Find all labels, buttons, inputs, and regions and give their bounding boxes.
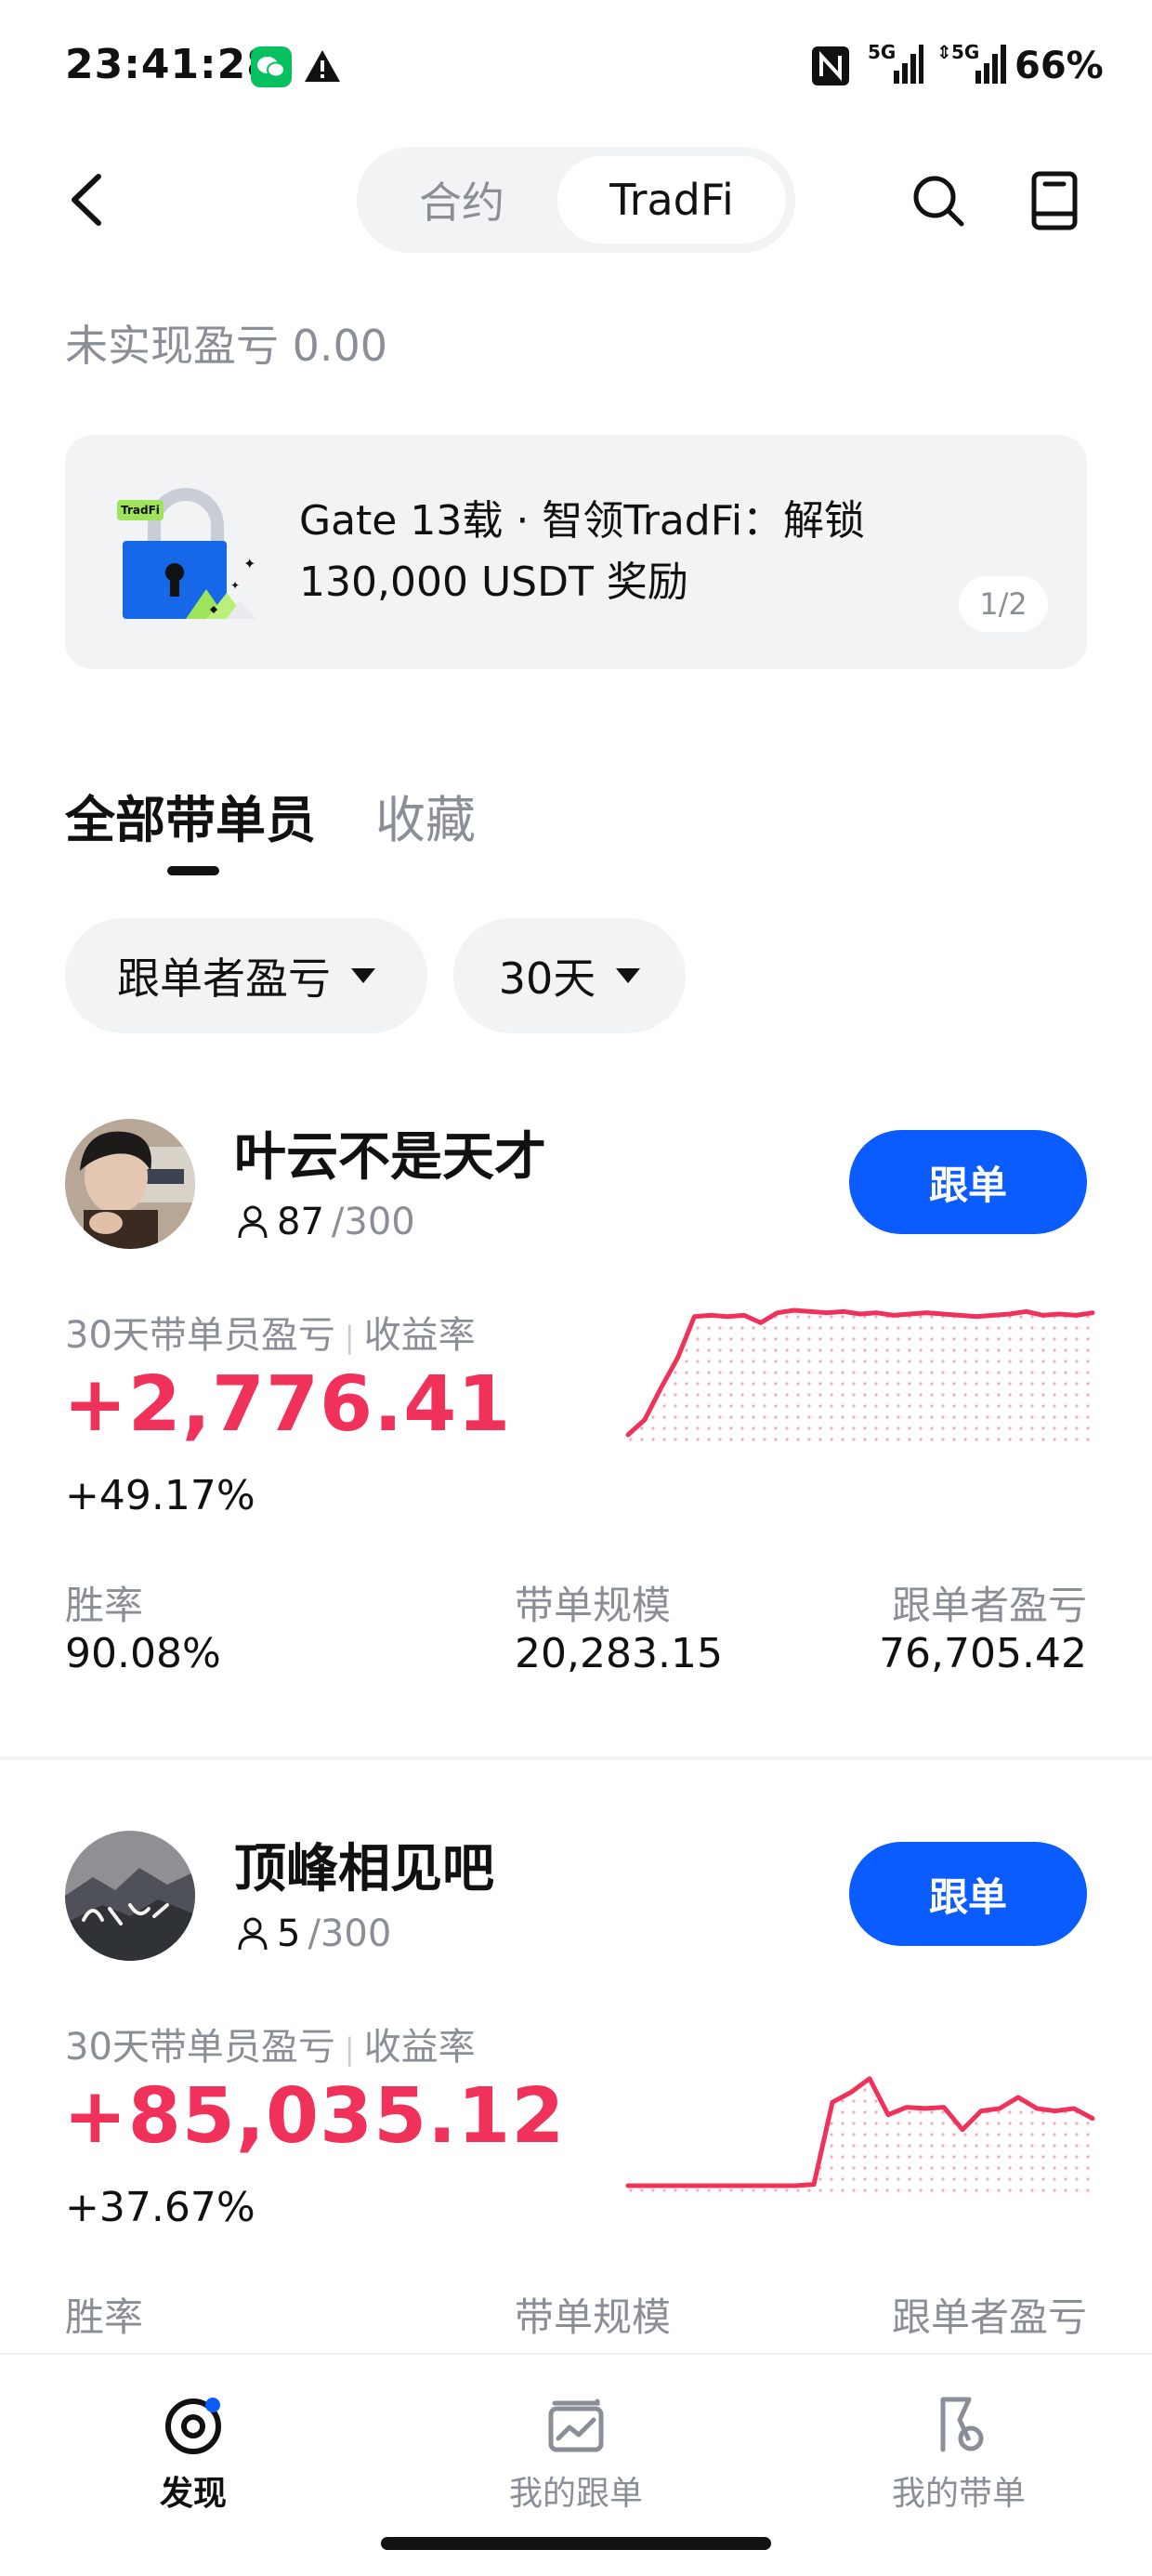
period-filter-label: 30天 <box>498 953 596 1004</box>
tab-tradfi[interactable]: TradFi <box>557 156 786 243</box>
banner-line-1: Gate 13载 · 智领TradFi：解锁 <box>299 497 866 545</box>
wechat-icon <box>251 46 292 87</box>
user-icon <box>238 1917 268 1951</box>
flag-icon <box>940 2397 984 2452</box>
separator: | <box>344 1320 355 1355</box>
signal-icon-2: ⇕ 5G <box>936 41 1011 87</box>
copier-pnl-label: 跟单者盈亏 <box>891 2294 1087 2340</box>
nav-my-leads-label: 我的带单 <box>891 2475 1026 2513</box>
period-filter[interactable]: 30天 <box>453 918 686 1033</box>
trader-card[interactable]: 顶峰相见吧 5/300 跟单 30天带单员盈亏 | 收益率 +85,035.12 +… <box>0 1818 1152 2375</box>
home-indicator <box>381 2537 771 2550</box>
trader-name[interactable]: 叶云不是天才 <box>234 1115 546 1190</box>
win-rate-label: 胜率 <box>65 1583 144 1628</box>
tab-contract[interactable]: 合约 <box>366 156 557 243</box>
back-button[interactable] <box>59 167 115 232</box>
unrealized-pnl: 未实现盈亏 0.00 <box>65 321 388 371</box>
trader-card[interactable]: 叶云不是天才 87/300 跟单 30天带单员盈亏 | 收益率 +2,776.41 … <box>0 1106 1152 1701</box>
trader-name[interactable]: 顶峰相见吧 <box>234 1827 494 1902</box>
sort-filter-label: 跟单者盈亏 <box>117 953 331 1004</box>
nav-discover[interactable]: 发现 <box>54 2392 333 2515</box>
trader-roi: +37.67% <box>65 2184 255 2231</box>
tab-active-indicator <box>167 866 219 875</box>
status-time: 23:41:28 <box>65 41 276 88</box>
sparkline-area <box>628 1310 1093 1442</box>
search-button[interactable] <box>910 173 966 229</box>
signal-icon-1: 5G <box>868 41 923 87</box>
pnl-label: 30天带单员盈亏 | 收益率 <box>65 1305 476 1359</box>
sort-filter[interactable]: 跟单者盈亏 <box>65 918 427 1033</box>
svg-text:✦: ✦ <box>243 555 255 572</box>
book-icon <box>1031 171 1078 230</box>
copier-pnl-label: 跟单者盈亏 <box>891 1583 1087 1628</box>
chevron-left-icon <box>72 174 101 226</box>
avatar <box>65 1831 195 1961</box>
nav-my-leads[interactable]: 我的带单 <box>819 2392 1098 2515</box>
banner-text: Gate 13载 · 智领TradFi：解锁 130,000 USDT 奖励 <box>299 491 949 613</box>
nav-my-copies-label: 我的跟单 <box>508 2475 643 2513</box>
avatar <box>65 1119 195 1249</box>
card-divider <box>0 1756 1152 1760</box>
follower-max: /300 <box>331 1201 415 1243</box>
banner-badge: TradFi <box>117 500 164 520</box>
follow-button[interactable]: 跟单 <box>849 1130 1087 1234</box>
roi-label-text: 收益率 <box>363 2026 476 2069</box>
pnl-sparkline <box>625 2076 1095 2193</box>
chart-card-icon <box>548 2399 604 2452</box>
follow-button[interactable]: 跟单 <box>849 1842 1087 1946</box>
guide-button[interactable] <box>1031 171 1078 230</box>
banner-page-indicator: 1/2 <box>959 576 1048 632</box>
warning-icon <box>303 48 342 87</box>
trader-roi: +49.17% <box>65 1472 255 1519</box>
pnl-label: 30天带单员盈亏 | 收益率 <box>65 2017 476 2070</box>
trader-pnl: +85,035.12 <box>63 2072 566 2161</box>
aum-label: 带单规模 <box>515 2294 672 2340</box>
pnl-sparkline <box>625 1308 1095 1442</box>
roi-label-text: 收益率 <box>363 1314 476 1357</box>
search-icon <box>913 176 964 227</box>
promo-banner[interactable]: ✦ ✦ TradFi Gate 13载 · 智领TradFi：解锁 130,00… <box>65 435 1087 669</box>
follower-max: /300 <box>308 1912 392 1955</box>
follower-count: 5/300 <box>236 1912 391 1955</box>
tab-all-traders[interactable]: 全部带单员 <box>65 779 316 852</box>
sparkline-area <box>628 2078 1093 2193</box>
follower-count: 87/300 <box>236 1201 415 1243</box>
aum-label: 带单规模 <box>515 1583 672 1628</box>
nav-discover-label: 发现 <box>159 2475 227 2513</box>
copier-pnl-value: 76,705.42 <box>879 1630 1087 1677</box>
follower-current: 87 <box>277 1201 324 1243</box>
win-rate-value: 90.08% <box>65 1630 221 1677</box>
user-icon <box>238 1205 268 1239</box>
banner-badge-label: TradFi <box>121 504 160 517</box>
separator: | <box>344 2031 355 2067</box>
nav-my-copies[interactable]: 我的跟单 <box>437 2392 715 2515</box>
discover-icon <box>165 2398 221 2454</box>
pnl-label-text: 30天带单员盈亏 <box>65 1314 335 1357</box>
pnl-label-text: 30天带单员盈亏 <box>65 2026 335 2069</box>
win-rate-label: 胜率 <box>65 2294 144 2340</box>
aum-value: 20,283.15 <box>515 1630 723 1677</box>
follower-current: 5 <box>277 1912 301 1955</box>
svg-text:✦: ✦ <box>230 579 240 592</box>
battery-level: 66% <box>1015 45 1104 87</box>
caret-down-icon <box>616 968 641 983</box>
banner-line-2: 130,000 USDT 奖励 <box>299 559 688 606</box>
market-segment-control: 合约 TradFi <box>357 147 795 253</box>
nfc-icon <box>810 45 851 91</box>
caret-down-icon <box>351 968 375 983</box>
trader-pnl: +2,776.41 <box>63 1360 512 1449</box>
tab-favorites[interactable]: 收藏 <box>375 779 476 852</box>
